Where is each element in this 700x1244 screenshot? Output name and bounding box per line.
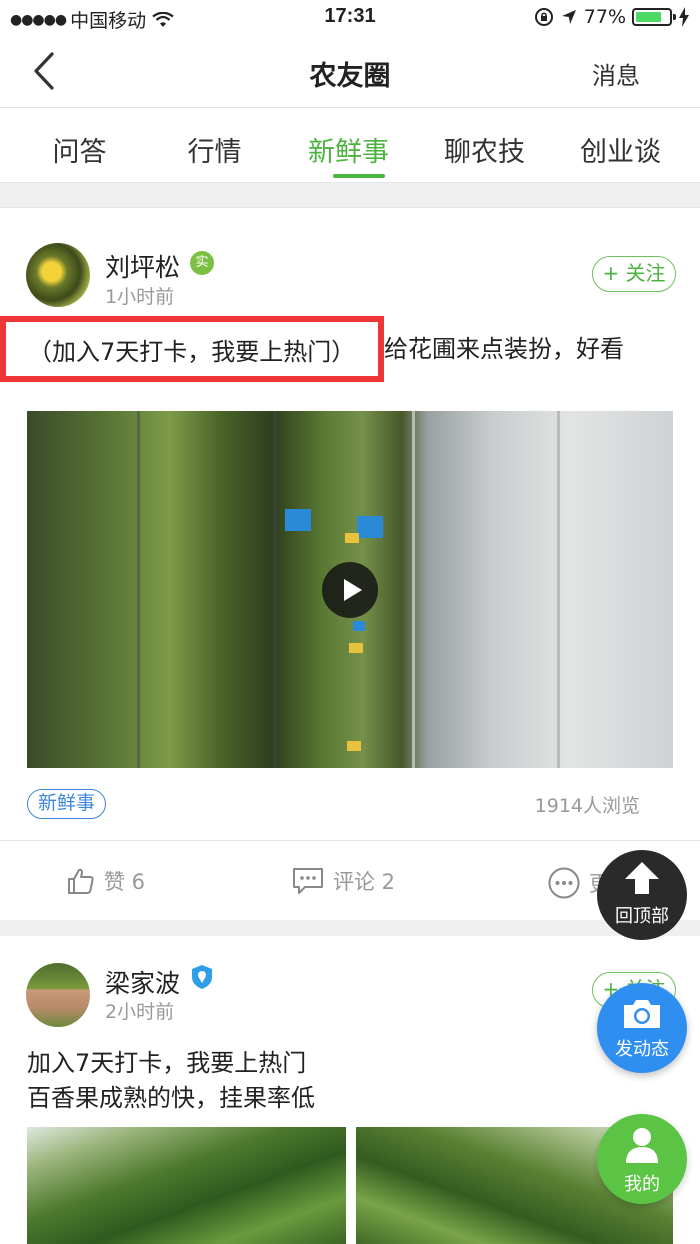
messages-button[interactable]: 消息 — [592, 56, 640, 91]
user-avatar[interactable] — [26, 963, 90, 1027]
post-separator — [0, 920, 700, 936]
my-profile-label: 我的 — [624, 1174, 660, 1195]
post-time: 1小时前 — [105, 286, 175, 308]
post-image[interactable] — [27, 1127, 346, 1244]
post-text-line1: 加入7天打卡，我要上热门 — [27, 1049, 307, 1077]
battery-fill — [636, 12, 661, 22]
tab-market[interactable]: 行情 — [147, 130, 282, 169]
topic-tag[interactable]: 新鲜事 — [27, 789, 107, 819]
back-to-top-label: 回顶部 — [615, 906, 669, 927]
category-tabs: 问答 行情 新鲜事 聊农技 创业谈 — [0, 108, 700, 182]
camera-icon — [624, 1000, 660, 1028]
comment-icon — [293, 868, 323, 894]
play-icon[interactable] — [322, 562, 378, 618]
post-author[interactable]: 刘坪松 — [105, 248, 180, 284]
tab-qa[interactable]: 问答 — [12, 130, 147, 169]
tab-label: 创业谈 — [580, 137, 661, 168]
greenhouse-beam — [137, 411, 140, 768]
greenhouse-beam — [557, 411, 560, 768]
post-time: 2小时前 — [105, 1001, 175, 1023]
post-text: 给花圃来点装扮，好看 — [384, 335, 624, 363]
section-divider — [0, 182, 700, 208]
person-icon — [626, 1128, 658, 1163]
yellow-trap-card — [347, 741, 361, 751]
divider — [0, 840, 700, 841]
nav-bar: 农友圈 消息 — [0, 36, 700, 108]
blue-trap-card — [285, 509, 311, 531]
like-count: 赞 6 — [104, 870, 146, 894]
location-arrow-icon — [561, 10, 576, 24]
highlight-annotation: （加入7天打卡，我要上热门） — [0, 316, 384, 382]
tab-news[interactable]: 新鲜事 — [281, 130, 416, 178]
follow-button[interactable]: + 关注 — [592, 256, 676, 292]
post-text-line2: 百香果成熟的快，挂果率低 — [27, 1084, 315, 1112]
blue-trap-card — [353, 621, 365, 631]
back-to-top-button[interactable]: 回顶部 — [597, 850, 687, 940]
like-button[interactable]: 赞 6 — [66, 866, 145, 896]
greenhouse-beam — [412, 411, 415, 768]
battery-icon — [632, 8, 676, 26]
status-bar: ●●●●● 中国移动 17:31 77% — [0, 0, 700, 36]
tab-label: 行情 — [187, 137, 242, 168]
comment-button[interactable]: 评论 2 — [291, 866, 395, 896]
user-avatar[interactable] — [26, 243, 90, 307]
view-count: 1914人浏览 — [534, 795, 640, 817]
my-profile-button[interactable]: 我的 — [597, 1114, 687, 1204]
location-verified-icon — [192, 965, 212, 989]
rotation-lock-icon — [534, 8, 553, 26]
yellow-trap-card — [349, 643, 363, 653]
verified-real-badge: 实 — [190, 251, 214, 275]
blue-trap-card — [357, 516, 383, 538]
highlighted-text: （加入7天打卡，我要上热门） — [28, 338, 356, 366]
new-post-button[interactable]: 发动态 — [597, 983, 687, 1073]
greenhouse-beam — [273, 411, 276, 768]
thumbs-up-icon — [68, 868, 94, 894]
tab-farm-tech[interactable]: 聊农技 — [417, 130, 552, 169]
tab-label: 新鲜事 — [308, 137, 389, 168]
tab-active-indicator — [333, 174, 385, 178]
tab-label: 问答 — [52, 137, 107, 168]
tab-startup[interactable]: 创业谈 — [553, 130, 688, 169]
comment-count: 评论 2 — [333, 870, 396, 894]
new-post-label: 发动态 — [615, 1039, 669, 1060]
tab-label: 聊农技 — [444, 137, 525, 168]
charging-bolt-icon — [679, 7, 689, 27]
yellow-trap-card — [345, 533, 359, 543]
more-dots-icon — [548, 867, 580, 899]
post-author[interactable]: 梁家波 — [105, 964, 180, 1000]
arrow-up-icon — [625, 862, 659, 894]
battery-percent: 77% — [583, 6, 626, 28]
